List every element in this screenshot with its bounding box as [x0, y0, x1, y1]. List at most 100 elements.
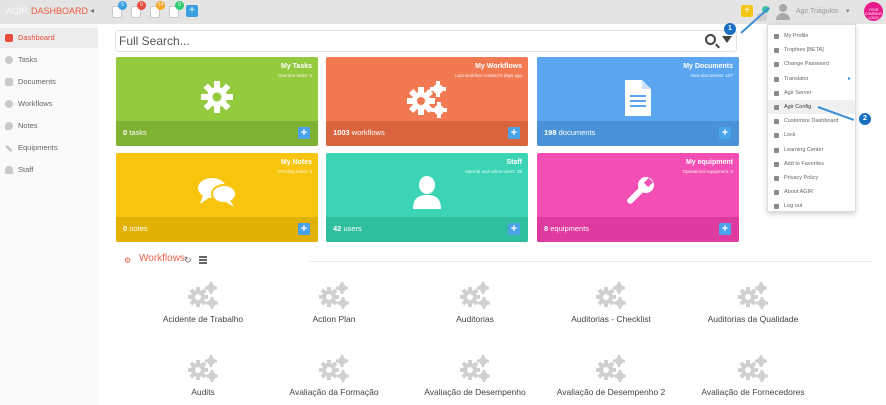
- tile-subtitle: Last workflow created 8 days ago: [455, 73, 522, 78]
- workflow-label: Avaliação da Formação: [289, 387, 379, 397]
- tile-my-workflows[interactable]: My Workflows Last workflow created 8 day…: [326, 57, 528, 146]
- sidebar-item-notes[interactable]: Notes: [0, 116, 98, 136]
- tile-add-button[interactable]: +: [508, 223, 520, 235]
- menu-item-add-to-favorites[interactable]: Add to Favorites: [768, 157, 855, 171]
- tile-title: My Tasks: [281, 63, 312, 70]
- sidebar-item-tasks[interactable]: Tasks: [0, 50, 98, 70]
- notification-badge: 0: [175, 1, 184, 10]
- user-name[interactable]: Agir.Triágulos: [796, 8, 839, 15]
- add-new-button[interactable]: +: [186, 5, 198, 17]
- tile-staff[interactable]: Staff Internal and online users: 38 42 u…: [326, 153, 528, 242]
- workflow-item[interactable]: Action Plan: [267, 280, 401, 340]
- menu-item-trophies-beta[interactable]: Trophies [BETA]: [768, 43, 855, 57]
- tile-subtitle: New documents: 107: [690, 73, 733, 78]
- section-title: Workflows: [139, 253, 185, 264]
- menu-item-my-profile[interactable]: My Profile: [768, 29, 855, 43]
- tile-my-equipment[interactable]: My equipment Operational equipment: 0 8 …: [537, 153, 739, 242]
- comments-icon: [5, 122, 13, 130]
- avatar[interactable]: [775, 4, 791, 20]
- menu-item-privacy-policy[interactable]: Privacy Policy: [768, 171, 855, 185]
- notification-notes-icon[interactable]: 0: [169, 1, 184, 18]
- sidebar-item-documents[interactable]: Documents: [0, 72, 98, 92]
- tile-add-button[interactable]: +: [298, 127, 310, 139]
- menu-item-label: My Profile: [784, 33, 809, 39]
- gears-icon: ⚙: [124, 256, 132, 265]
- menu-item-label: Change Password: [784, 61, 829, 68]
- menu-item-agir-server[interactable]: Agir Server: [768, 86, 855, 100]
- workflow-item[interactable]: Avaliação de Desempenho: [408, 353, 542, 405]
- gears-icon: [736, 353, 770, 383]
- annotation-badge: 1: [724, 23, 736, 35]
- tile-footer: 1003 workflows +: [326, 121, 528, 146]
- menu-item-agir-config[interactable]: Agir Config: [768, 100, 855, 114]
- notification-badge: 5: [118, 1, 127, 10]
- chevron-down-icon[interactable]: ▾: [846, 7, 850, 15]
- search-bar: [115, 30, 737, 52]
- tile-my-notes[interactable]: My Notes Pending notes: 0 0 notes +: [116, 153, 318, 242]
- workflow-item[interactable]: Auditorias: [408, 280, 542, 340]
- tile-count: 42 users: [333, 224, 362, 233]
- trophy-icon: [774, 48, 779, 54]
- sidebar-item-workflows[interactable]: Workflows: [0, 94, 98, 114]
- tile-add-button[interactable]: +: [508, 127, 520, 139]
- menu-item-change-password[interactable]: Change Password: [768, 57, 855, 71]
- notification-tasks-icon[interactable]: 5: [112, 1, 127, 18]
- menu-item-log-out[interactable]: Log out: [768, 199, 855, 213]
- sidebar-item-equipments[interactable]: Equipments: [0, 138, 98, 158]
- wrench-icon: [537, 175, 739, 215]
- tile-add-button[interactable]: +: [719, 223, 731, 235]
- refresh-icon[interactable]: ↻: [184, 255, 192, 266]
- workflow-item[interactable]: Avaliação da Formação: [267, 353, 401, 405]
- lock-icon: [774, 176, 779, 181]
- workflow-item[interactable]: Auditorias da Qualidade: [686, 280, 820, 340]
- gears-icon: [317, 353, 351, 383]
- menu-item-label: Translator: [784, 75, 809, 82]
- workflow-item[interactable]: Auditorias - Checklist: [544, 280, 678, 340]
- question-icon: [774, 147, 779, 153]
- workflow-label: Avaliação de Desempenho: [424, 387, 526, 397]
- home-icon: [5, 34, 13, 42]
- tile-add-button[interactable]: +: [298, 223, 310, 235]
- brand[interactable]: AGIR DASHBOARD: [6, 6, 88, 16]
- tile-my-tasks[interactable]: My Tasks Overdue tasks: 0 0 tasks +: [116, 57, 318, 146]
- quick-add-button[interactable]: +: [741, 5, 753, 17]
- notification-documents-icon[interactable]: 14: [150, 1, 165, 18]
- collapse-sidebar-icon[interactable]: ◂: [90, 6, 94, 15]
- sidebar-item-staff[interactable]: Staff: [0, 160, 98, 180]
- user-icon: [326, 175, 528, 215]
- menu-item-label: Learning Center: [784, 146, 824, 153]
- workflow-item[interactable]: Avaliação de Desempenho 2: [544, 353, 678, 405]
- workflow-item[interactable]: Avaliação de Fornecedores: [686, 353, 820, 405]
- filter-icon[interactable]: [722, 36, 732, 43]
- gears-icon: [317, 280, 351, 310]
- menu-item-translator[interactable]: Translator ▸: [768, 72, 855, 86]
- sidebar-item-dashboard[interactable]: Dashboard: [0, 28, 98, 48]
- gears-icon: [186, 353, 220, 383]
- tile-footer: 42 users +: [326, 217, 528, 242]
- tile-count: 0 notes: [123, 224, 148, 233]
- notification-badge: 0: [137, 1, 146, 10]
- menu-item-lock[interactable]: Lock: [768, 128, 855, 142]
- workflow-label: Acidente de Trabalho: [162, 314, 244, 324]
- tile-my-documents[interactable]: My Documents New documents: 107 198 docu…: [537, 57, 739, 146]
- workflow-item[interactable]: Acidente de Trabalho: [136, 280, 270, 340]
- sidebar-item-label: Workflows: [18, 99, 53, 108]
- menu-item-about-agir[interactable]: About AGIR: [768, 185, 855, 199]
- notification-workflows-icon[interactable]: 0: [131, 1, 146, 18]
- brand-name: AGIR: [6, 6, 29, 16]
- search-input[interactable]: [119, 32, 699, 50]
- search-icon[interactable]: [705, 34, 716, 45]
- gears-icon: [326, 79, 528, 119]
- menu-item-learning-center[interactable]: Learning Center: [768, 143, 855, 157]
- menu-item-label: Log out: [784, 203, 803, 210]
- key-icon: [774, 62, 779, 68]
- gear-icon: [5, 56, 13, 64]
- list-view-icon[interactable]: [199, 256, 207, 264]
- tile-add-button[interactable]: +: [719, 127, 731, 139]
- divider: [310, 261, 873, 262]
- workflow-item[interactable]: Audits: [136, 353, 270, 405]
- section-name: DASHBOARD: [31, 6, 89, 16]
- tile-title: My Notes: [280, 159, 312, 166]
- tile-footer: 8 equipments +: [537, 217, 739, 242]
- sidebar-item-label: Equipments: [18, 143, 58, 152]
